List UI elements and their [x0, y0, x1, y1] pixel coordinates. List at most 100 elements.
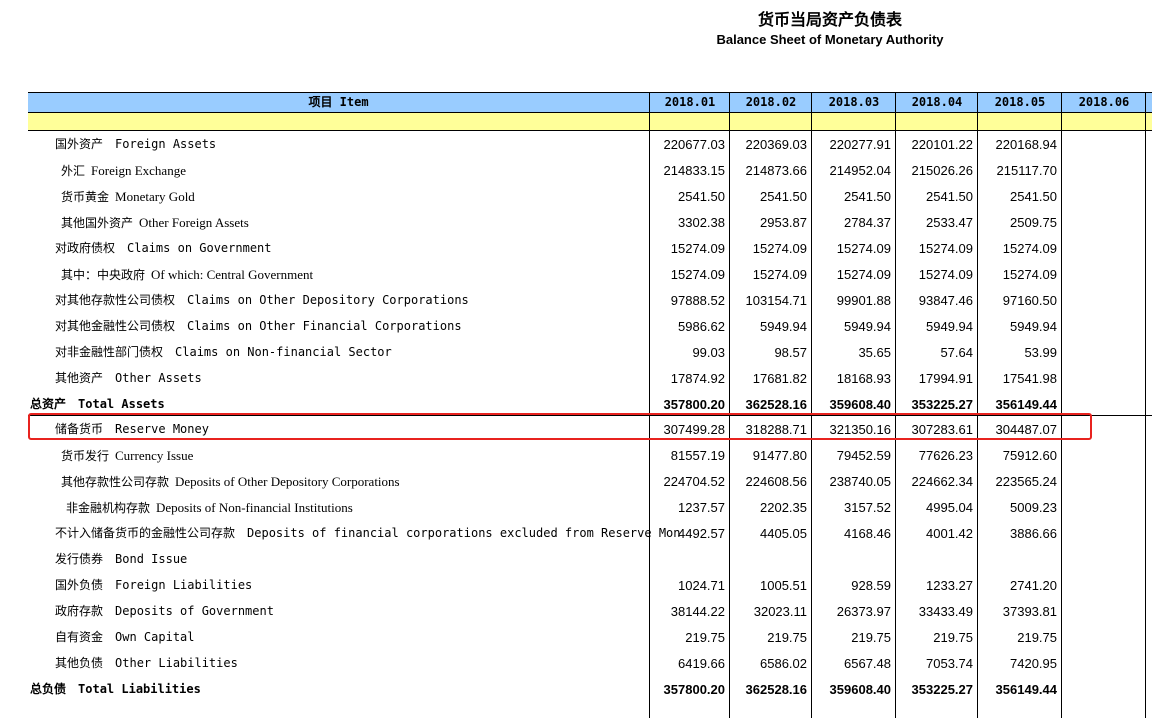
table-row: 对其他存款性公司债权 Claims on Other Depository Cor…	[28, 288, 1152, 313]
row-label-zh: 不计入储备货币的金融性公司存款	[55, 526, 236, 541]
header-item: 项目 Item	[308, 95, 369, 109]
cell-value: 17994.91	[918, 370, 973, 386]
cell-value	[1051, 521, 1141, 546]
cell-value: 219.75	[1017, 630, 1057, 646]
cell-value: 15274.09	[752, 240, 807, 256]
cell-value	[883, 547, 973, 572]
row-label-en: Other Assets	[115, 370, 202, 385]
row-label-en: Foreign Exchange	[91, 162, 186, 178]
row-label-en: Deposits of Government	[115, 604, 274, 619]
cell-value	[635, 547, 725, 572]
cell-value: 4995.04	[926, 500, 973, 516]
cell-value: 15274.09	[670, 240, 725, 256]
table-row: 不计入储备货币的金融性公司存款 Deposits of financial cor…	[28, 521, 1152, 546]
cell-value: 2741.20	[1010, 578, 1057, 594]
cell-value: 2541.50	[1010, 188, 1057, 204]
row-label-zh: 发行债券	[55, 552, 104, 567]
table-row: 国外资产 Foreign Assets 220677.03 220369.03 2202…	[28, 132, 1152, 157]
cell-value: 75912.60	[1002, 448, 1057, 464]
row-label: 对其他金融性公司债权 Claims on Other Financial Corp…	[55, 314, 680, 339]
cell-value: 5949.94	[760, 318, 807, 334]
table-row: 自有资金 Own Capital 219.75 219.75 219.75 219.75 2…	[28, 625, 1152, 650]
cell-value: 2541.50	[926, 188, 973, 204]
cell-value: 2533.47	[926, 214, 973, 230]
rule	[28, 130, 1152, 131]
cell-value: 35.65	[858, 344, 891, 360]
cell-value: 4168.46	[844, 526, 891, 542]
row-label-en: Monetary Gold	[115, 188, 195, 204]
cell-value	[967, 547, 1057, 572]
cell-value: 214873.66	[745, 162, 807, 178]
row-label: 发行债券 Bond Issue	[55, 547, 680, 572]
row-label: 对非金融性部门债权 Claims on Non-financial Sector	[55, 340, 680, 365]
row-label: 货币黄金 Monetary Gold	[61, 184, 680, 209]
cell-value	[1051, 184, 1141, 209]
cell-value: 220277.91	[829, 137, 891, 152]
row-label-en: Deposits of financial corporations exclu…	[247, 526, 680, 541]
table-row: 其他国外资产 Other Foreign Assets 3302.38 2953.87…	[28, 210, 1152, 235]
cell-value: 224608.56	[745, 474, 807, 490]
cell-value: 15274.09	[918, 240, 973, 256]
cell-value	[717, 547, 807, 572]
table-row: 对其他金融性公司债权 Claims on Other Financial Corp…	[28, 314, 1152, 339]
cell-value: 103154.71	[745, 292, 807, 308]
table-row: 非金融机构存款 Deposits of Non-financial Institu…	[28, 495, 1152, 520]
rule	[28, 92, 1152, 93]
table-row: 其他负债 Other Liabilities 6419.66 6586.02 6567.…	[28, 651, 1152, 676]
row-label-zh: 政府存款	[55, 604, 104, 619]
row-label: 其他负债 Other Liabilities	[55, 651, 680, 676]
row-label-zh: 货币黄金	[61, 189, 110, 204]
row-label-en: Currency Issue	[115, 448, 194, 464]
row-label: 其他存款性公司存款 Deposits of Other Depository Co…	[61, 469, 680, 494]
cell-value: 356149.44	[995, 681, 1057, 697]
row-label-zh: 对政府债权	[55, 240, 116, 255]
table-row: 货币发行 Currency Issue 81557.19 91477.80 79452.…	[28, 443, 1152, 468]
page-title-zh: 货币当局资产负债表	[757, 10, 902, 29]
cell-value: 362528.16	[745, 681, 807, 697]
row-label-en: Other Liabilities	[115, 656, 238, 670]
cell-value: 2784.37	[844, 214, 891, 230]
cell-value: 1005.51	[760, 578, 807, 594]
row-label-zh: 总负债	[30, 681, 67, 696]
cell-value	[1051, 236, 1141, 261]
row-label-en: Deposits of Non-financial Institutions	[156, 500, 353, 516]
cell-value	[1051, 288, 1141, 313]
cell-value	[1051, 495, 1141, 520]
cell-value: 99.03	[692, 344, 725, 360]
cell-value: 215026.26	[911, 162, 973, 178]
cell-value: 220369.03	[745, 137, 807, 152]
cell-value: 93847.46	[918, 292, 973, 308]
cell-value	[1051, 599, 1141, 624]
table-row: 总负债 Total Liabilities 357800.20 362528.16 35…	[28, 677, 1152, 702]
row-label: 其中：中央政府 Of which: Central Government	[61, 262, 680, 287]
cell-value	[1051, 158, 1141, 183]
row-label: 非金融机构存款 Deposits of Non-financial Institu…	[66, 495, 680, 520]
cell-value	[1051, 651, 1141, 676]
cell-value: 18168.93	[836, 370, 891, 386]
cell-value: 97160.50	[1002, 292, 1057, 308]
row-label-zh: 其他国外资产	[61, 215, 134, 230]
cell-value	[1051, 210, 1141, 235]
row-label-zh: 国外负债	[55, 578, 104, 593]
cell-value: 15274.09	[670, 266, 725, 282]
row-label-zh: 总资产	[30, 396, 67, 411]
table-row: 政府存款 Deposits of Government 38144.22 32023.…	[28, 599, 1152, 624]
row-label: 政府存款 Deposits of Government	[55, 599, 680, 624]
row-label: 其他国外资产 Other Foreign Assets	[61, 210, 680, 235]
cell-value: 5949.94	[844, 318, 891, 334]
header-col-6: 2018.06	[1061, 92, 1146, 112]
cell-value: 3302.38	[678, 214, 725, 230]
row-label-en: Claims on Government	[127, 240, 272, 255]
row-label: 对政府债权 Claims on Government	[55, 236, 680, 261]
row-label: 总负债 Total Liabilities	[30, 677, 680, 702]
row-label: 货币发行 Currency Issue	[61, 443, 680, 468]
cell-value: 215117.70	[996, 162, 1058, 178]
cell-value: 359608.40	[829, 681, 891, 697]
cell-value: 238740.05	[829, 474, 891, 490]
row-label-en: Deposits of Other Depository Corporation…	[175, 474, 400, 490]
cell-value: 7420.95	[1010, 656, 1057, 671]
cell-value: 220101.22	[911, 137, 973, 152]
cell-value: 5949.94	[926, 318, 973, 334]
row-label-zh: 货币发行	[61, 449, 110, 464]
row-label-en: Foreign Assets	[115, 137, 217, 151]
